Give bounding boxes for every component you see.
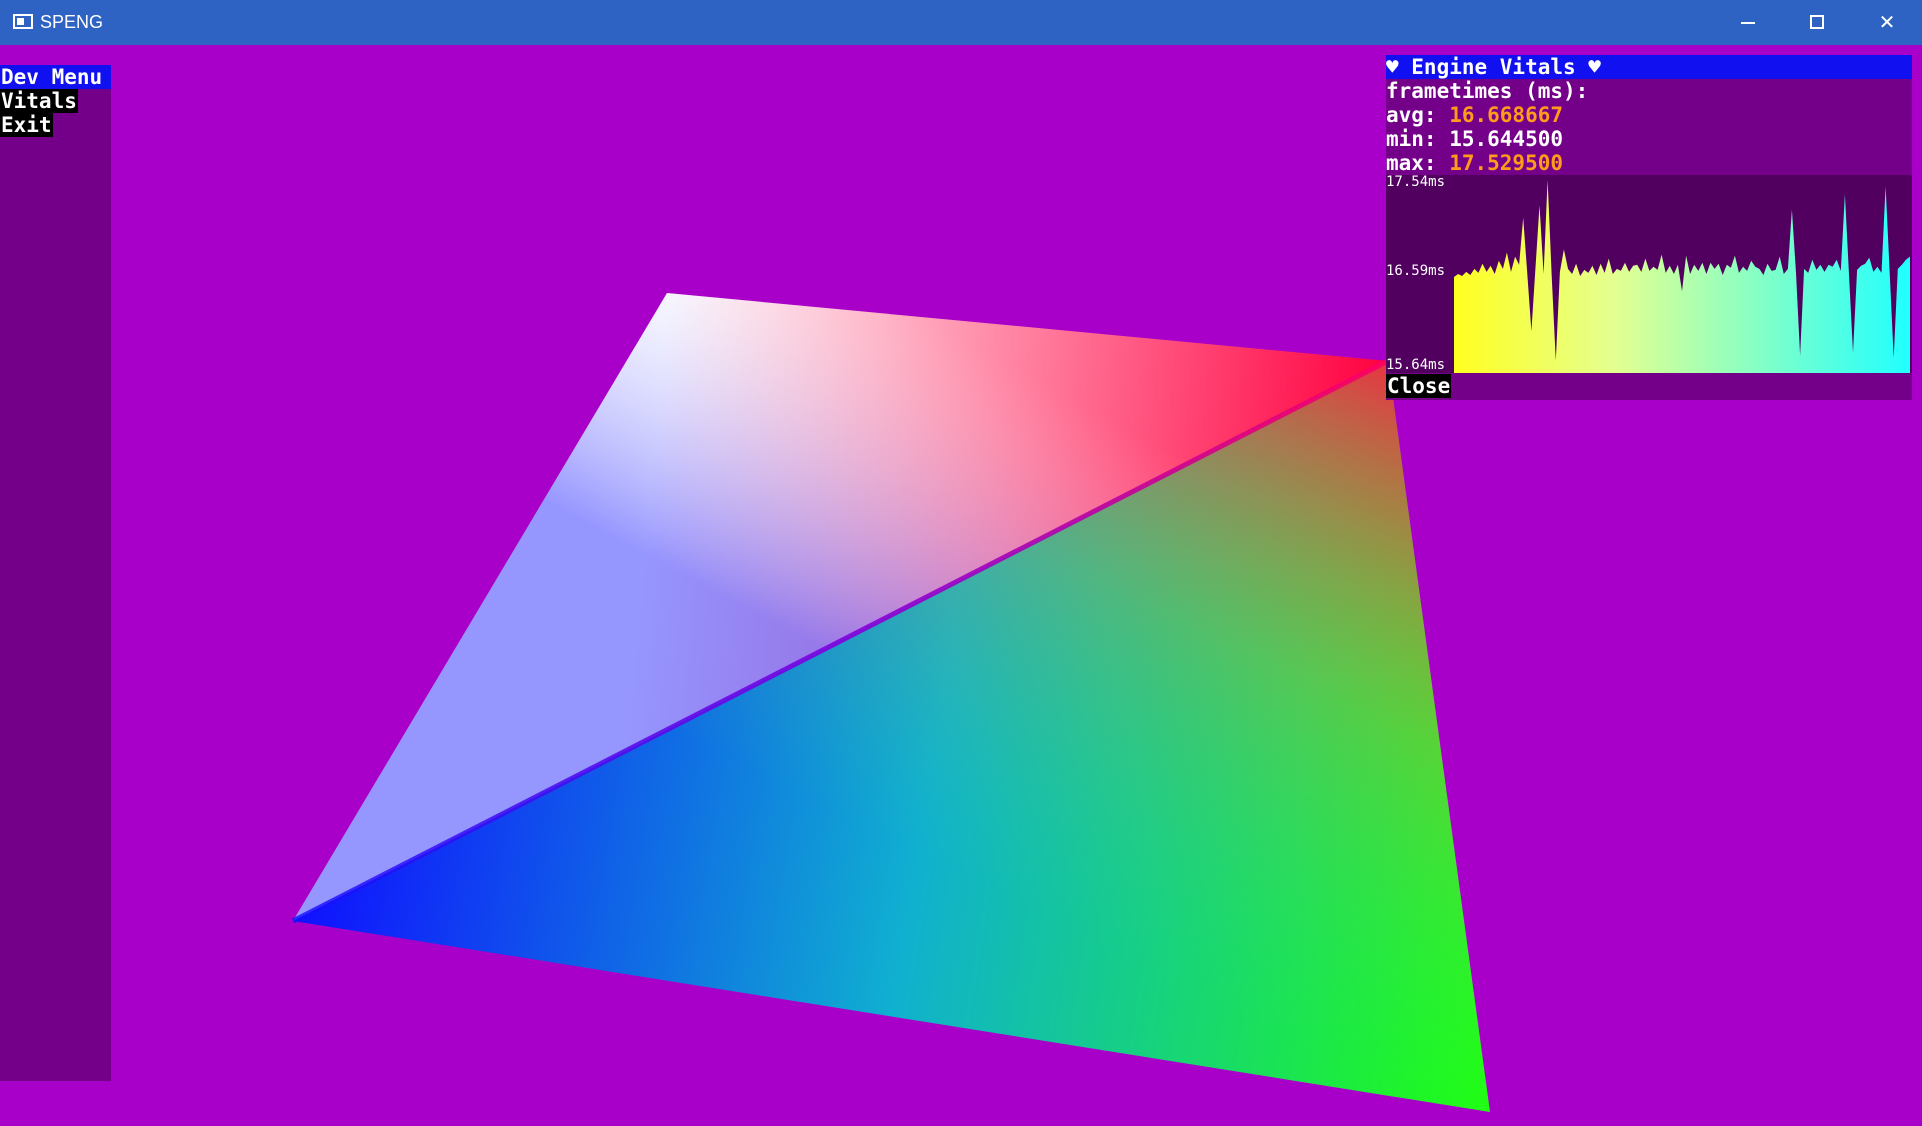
graph-tick-label: 15.64ms (1386, 357, 1445, 373)
engine-vitals-panel: ♥ Engine Vitals ♥ frametimes (ms): avg: … (1386, 55, 1912, 400)
graph-tick-label: 17.54ms (1386, 175, 1445, 190)
dev-menu-panel (0, 65, 111, 1081)
frametime-graph: 17.54ms 16.59ms 15.64ms (1386, 174, 1912, 373)
app-window-icon (13, 14, 33, 29)
minimize-icon (1741, 22, 1755, 24)
max-value: 17.529500 (1449, 151, 1564, 175)
minimize-button[interactable] (1712, 0, 1782, 45)
max-row: max: 17.529500 (1386, 151, 1563, 175)
frametime-graph-svg: 17.54ms 16.59ms 15.64ms (1386, 174, 1910, 373)
dev-menu-title: Dev Menu (0, 65, 111, 89)
menu-item-vitals[interactable]: Vitals (0, 89, 78, 113)
avg-row: avg: 16.668667 (1386, 103, 1563, 127)
frametimes-label: frametimes (ms): (1386, 79, 1589, 103)
close-icon: ✕ (1878, 10, 1896, 34)
window-title-bar: SPENG ✕ (0, 0, 1922, 45)
maximize-button[interactable] (1782, 0, 1852, 45)
graph-tick-label: 16.59ms (1386, 263, 1445, 279)
maximize-icon (1810, 15, 1824, 29)
min-value: 15.644500 (1449, 127, 1564, 151)
avg-value: 16.668667 (1449, 103, 1564, 127)
vitals-close-button[interactable]: Close (1386, 374, 1452, 398)
avg-label: avg: (1386, 103, 1450, 127)
close-window-button[interactable]: ✕ (1852, 0, 1922, 45)
vitals-title: ♥ Engine Vitals ♥ (1386, 55, 1912, 79)
min-row: min: 15.644500 (1386, 127, 1563, 151)
max-label: max: (1386, 151, 1450, 175)
frametime-area (1454, 180, 1910, 373)
min-label: min: (1386, 127, 1450, 151)
window-title: SPENG (40, 12, 104, 32)
menu-item-exit[interactable]: Exit (0, 113, 53, 137)
render-viewport[interactable]: Dev Menu Vitals Exit ♥ Engine Vitals ♥ f… (0, 45, 1922, 1126)
